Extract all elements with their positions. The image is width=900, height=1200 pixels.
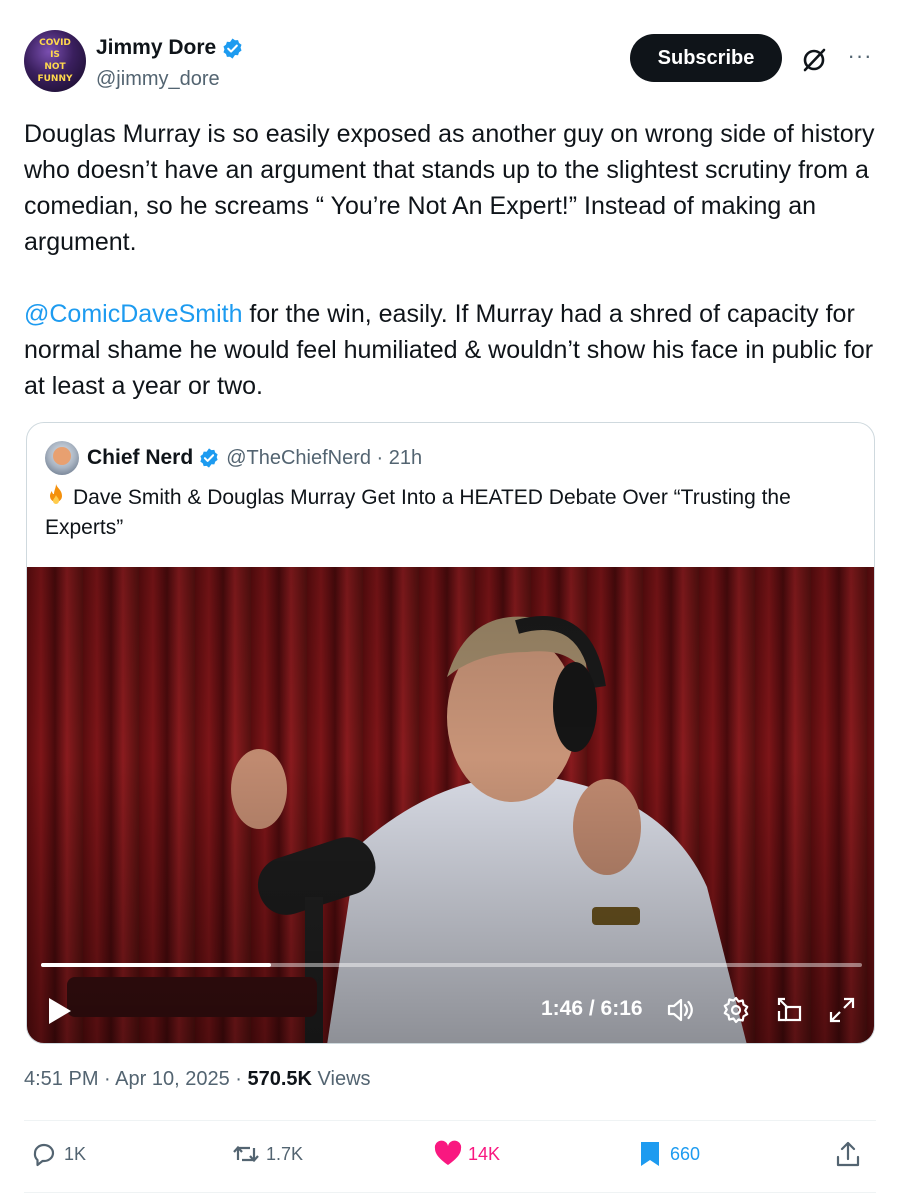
slash-circle-icon[interactable] [800,46,828,74]
video-overlay [27,567,874,1043]
settings-icon[interactable] [721,995,751,1025]
quoted-text: Dave Smith & Douglas Murray Get Into a H… [45,483,860,543]
quoted-handle-time: @TheChiefNerd · 21h [226,446,423,469]
like-count: 14K [468,1143,501,1164]
divider [24,1192,876,1193]
avatar-text-line: IS [50,50,60,60]
share-icon [836,1141,860,1167]
tweet-header: COVID IS NOT FUNNY Jimmy Dore @jimmy_dor… [24,28,876,98]
author-handle[interactable]: @jimmy_dore [96,68,220,91]
share-button[interactable] [834,1140,868,1168]
heart-icon [434,1140,462,1165]
avatar[interactable]: COVID IS NOT FUNNY [24,30,86,92]
subscribe-button[interactable]: Subscribe [630,34,782,82]
avatar-text-line: FUNNY [37,74,73,84]
quoted-tweet-header: Chief Nerd @TheChiefNerd · 21h [45,441,422,475]
bookmark-icon [641,1142,659,1166]
bookmark-button[interactable]: 660 [636,1140,700,1168]
verified-badge-icon [200,448,218,468]
verified-badge-icon [223,37,242,59]
divider [24,1120,876,1121]
meta-separator: · [235,1068,248,1090]
author-name-row: Jimmy Dore [96,36,244,60]
video-progress [41,963,271,967]
play-icon[interactable] [47,997,73,1025]
reply-button[interactable]: 1K [30,1140,86,1168]
like-button[interactable]: 14K [434,1140,500,1168]
author-name[interactable]: Jimmy Dore [96,36,216,60]
quoted-author-name[interactable]: Chief Nerd [87,446,193,470]
tweet-paragraph: Douglas Murray is so easily exposed as a… [24,120,875,256]
video-player[interactable]: 1:46 / 6:16 [27,567,874,1043]
mention-link[interactable]: @ComicDaveSmith [24,300,242,328]
tweet-date[interactable]: Apr 10, 2025 [115,1068,230,1090]
tweet-text: Douglas Murray is so easily exposed as a… [24,116,876,440]
fire-icon [50,484,62,504]
video-scrubber[interactable] [41,963,862,967]
tweet-actions: 1K 1.7K 14K 660 [24,1140,876,1180]
repost-count: 1.7K [266,1143,304,1164]
tweet-meta: 4:51 PM · Apr 10, 2025 · 570.5K Views [24,1068,371,1091]
volume-icon[interactable] [665,995,695,1025]
avatar-text-line: COVID [39,38,71,48]
views-count: 570.5K [247,1068,312,1090]
reply-icon [33,1143,55,1167]
repost-button[interactable]: 1.7K [232,1140,303,1168]
reply-count: 1K [64,1143,87,1164]
more-icon[interactable]: ··· [844,42,876,74]
fullscreen-icon[interactable] [827,995,857,1025]
quoted-tweet[interactable]: Chief Nerd @TheChiefNerd · 21h Dave Smit… [26,422,875,1044]
repost-icon [233,1145,259,1163]
video-time: 1:46 / 6:16 [541,997,643,1020]
meta-separator: · [104,1068,116,1090]
avatar-text-line: NOT [44,62,66,72]
tweet-time[interactable]: 4:51 PM [24,1068,98,1090]
tweet-paragraph: @ComicDaveSmith for the win, easily. If … [24,296,876,404]
bookmark-count: 660 [670,1143,701,1164]
quoted-text-content: Dave Smith & Douglas Murray Get Into a H… [45,486,791,539]
views-label: Views [317,1068,371,1090]
picture-in-picture-icon[interactable] [775,995,805,1025]
quoted-avatar[interactable] [45,441,79,475]
